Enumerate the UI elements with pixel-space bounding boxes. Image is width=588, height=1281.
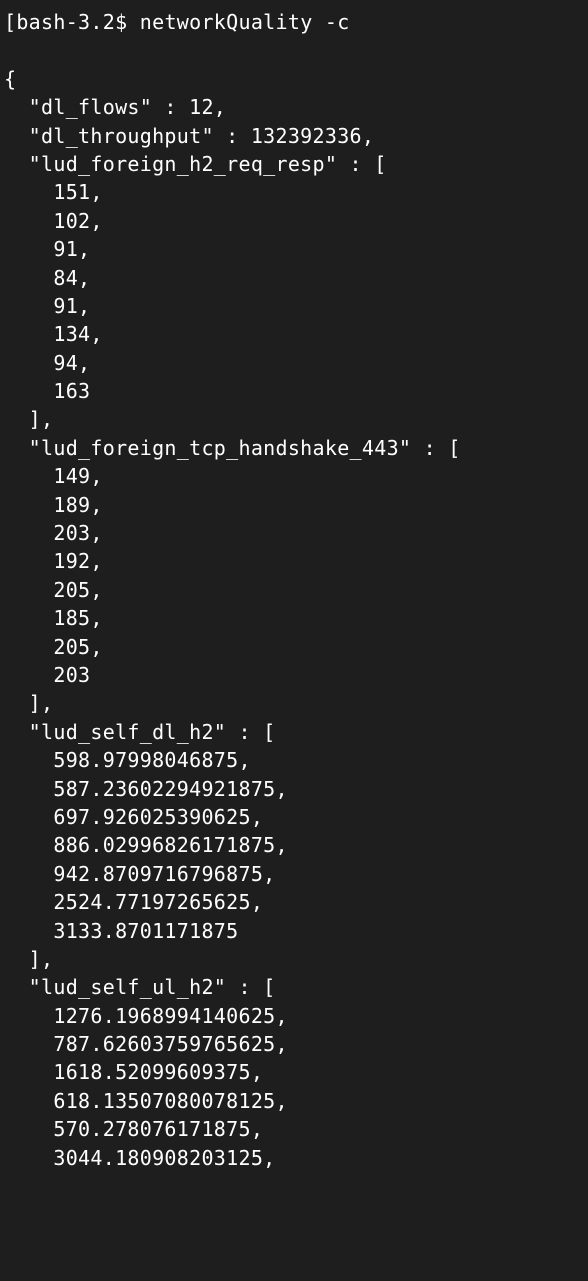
output-line: 84, <box>4 264 584 292</box>
shell-prompt: bash-3.2$ <box>16 10 127 34</box>
output-line: "lud_self_ul_h2" : [ <box>4 973 584 1001</box>
output-line: 91, <box>4 292 584 320</box>
output-line: 163 <box>4 377 584 405</box>
prompt-bracket: [ <box>4 10 16 34</box>
output-line: 598.97998046875, <box>4 746 584 774</box>
output-line: 570.278076171875, <box>4 1115 584 1143</box>
output-line: ], <box>4 689 584 717</box>
output-line: 618.13507080078125, <box>4 1087 584 1115</box>
output-line: 91, <box>4 235 584 263</box>
output-line: "dl_flows" : 12, <box>4 93 584 121</box>
output-line: 203, <box>4 519 584 547</box>
terminal-prompt-line[interactable]: [bash-3.2$ networkQuality -c <box>4 8 584 36</box>
output-line: ], <box>4 405 584 433</box>
output-line: 1276.1968994140625, <box>4 1002 584 1030</box>
output-line: 189, <box>4 491 584 519</box>
output-line: 149, <box>4 462 584 490</box>
output-line: 587.23602294921875, <box>4 775 584 803</box>
blank-line <box>4 36 584 64</box>
output-line: 1618.52099609375, <box>4 1058 584 1086</box>
output-line: 3133.8701171875 <box>4 917 584 945</box>
output-line: 185, <box>4 604 584 632</box>
output-line: 886.02996826171875, <box>4 831 584 859</box>
output-line: 942.8709716796875, <box>4 860 584 888</box>
output-line: 151, <box>4 178 584 206</box>
output-line: 203 <box>4 661 584 689</box>
output-line: "lud_foreign_h2_req_resp" : [ <box>4 150 584 178</box>
output-line: 3044.180908203125, <box>4 1144 584 1172</box>
output-line: 2524.77197265625, <box>4 888 584 916</box>
terminal-output: { "dl_flows" : 12, "dl_throughput" : 132… <box>4 65 584 1172</box>
output-line: 205, <box>4 633 584 661</box>
output-line: 787.62603759765625, <box>4 1030 584 1058</box>
output-line: 205, <box>4 576 584 604</box>
output-line: 134, <box>4 320 584 348</box>
command-text: networkQuality -c <box>140 10 350 34</box>
output-line: { <box>4 65 584 93</box>
output-line: 697.926025390625, <box>4 803 584 831</box>
output-line: 94, <box>4 349 584 377</box>
output-line: 192, <box>4 547 584 575</box>
output-line: ], <box>4 945 584 973</box>
output-line: "lud_self_dl_h2" : [ <box>4 718 584 746</box>
output-line: "lud_foreign_tcp_handshake_443" : [ <box>4 434 584 462</box>
output-line: 102, <box>4 207 584 235</box>
output-line: "dl_throughput" : 132392336, <box>4 122 584 150</box>
